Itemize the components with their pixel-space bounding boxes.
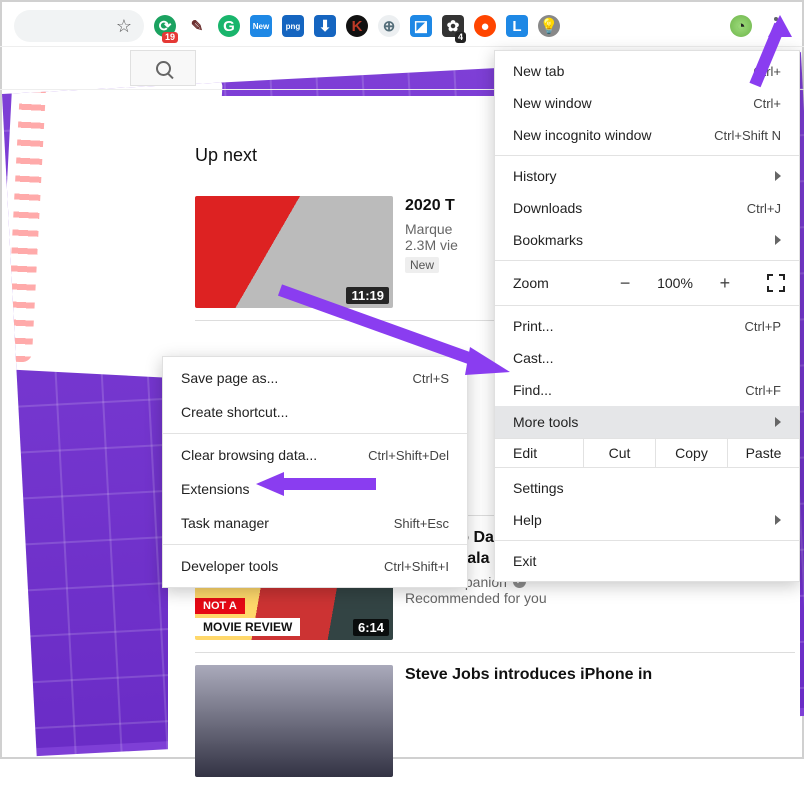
chevron-right-icon [775,417,781,427]
ext-icon[interactable]: ◪ [410,15,432,37]
menu-downloads[interactable]: DownloadsCtrl+J [495,192,799,224]
profile-avatar[interactable]: ◔ [730,15,752,37]
video-title[interactable]: Steve Jobs introduces iPhone in [405,665,795,686]
star-icon[interactable]: ☆ [116,16,132,37]
ext-icon[interactable]: G [218,15,240,37]
ext-icon-png[interactable]: png [282,15,304,37]
ext-icon-l[interactable]: L [506,15,528,37]
search-input[interactable] [4,50,130,86]
ext-icon[interactable]: ⟳ 19 [154,15,176,37]
thumb-overlay: MOVIE REVIEW [195,618,300,636]
menu-more-tools[interactable]: More tools [495,406,799,438]
menu-cast[interactable]: Cast... [495,342,799,374]
fullscreen-icon[interactable] [767,274,785,292]
chevron-right-icon [775,515,781,525]
ext-badge: 4 [455,32,466,43]
duration-badge: 6:14 [353,619,389,636]
submenu-save-page[interactable]: Save page as...Ctrl+S [163,361,467,395]
edit-label: Edit [495,439,583,467]
video-stats: Recommended for you [405,590,795,606]
menu-new-tab[interactable]: New tabCtrl+ [495,55,799,87]
menu-bookmarks[interactable]: Bookmarks [495,224,799,256]
reddit-icon[interactable]: ● [474,15,496,37]
eyedropper-icon[interactable]: ✎ [186,15,208,37]
copy-button[interactable]: Copy [655,439,727,467]
submenu-task-manager[interactable]: Task managerShift+Esc [163,506,467,540]
chevron-right-icon [775,235,781,245]
duration-badge: 11:19 [346,287,389,304]
zoom-value: 100% [657,275,693,291]
ext-badge: 19 [162,32,178,43]
video-thumbnail[interactable]: 11:19 [195,196,393,308]
browser-toolbar: ☆ ⟳ 19 ✎ G New png ⬇ K ⊕ ◪ ✿ 4 ● L 💡 ◔ [0,0,804,46]
submenu-extensions[interactable]: Extensions [163,472,467,506]
menu-history[interactable]: History [495,160,799,192]
submenu-developer-tools[interactable]: Developer toolsCtrl+Shift+I [163,549,467,583]
menu-zoom: Zoom − 100% + [495,265,799,301]
menu-exit[interactable]: Exit [495,545,799,577]
new-badge: New [405,257,439,273]
menu-edit-row: Edit Cut Copy Paste [495,438,799,468]
zoom-label: Zoom [513,275,583,291]
chrome-main-menu: New tabCtrl+ New windowCtrl+ New incogni… [494,50,800,582]
more-tools-submenu: Save page as...Ctrl+S Create shortcut...… [162,356,468,588]
ext-icon[interactable]: ✿ 4 [442,15,464,37]
zoom-out-button[interactable]: − [613,273,637,294]
chevron-right-icon [775,171,781,181]
submenu-create-shortcut[interactable]: Create shortcut... [163,395,467,429]
video-thumbnail[interactable] [195,665,393,777]
menu-print[interactable]: Print...Ctrl+P [495,310,799,342]
menu-help[interactable]: Help [495,504,799,536]
omnibox[interactable]: ☆ [14,10,144,42]
submenu-clear-browsing-data[interactable]: Clear browsing data...Ctrl+Shift+Del [163,438,467,472]
ext-icon-k[interactable]: K [346,15,368,37]
cut-button[interactable]: Cut [583,439,655,467]
paste-button[interactable]: Paste [727,439,799,467]
download-icon[interactable]: ⬇ [314,15,336,37]
search-icon [156,61,171,76]
thumb-overlay: NOT A [195,598,245,614]
bulb-icon[interactable]: 💡 [538,15,560,37]
ext-icon-new[interactable]: New [250,15,272,37]
menu-new-window[interactable]: New windowCtrl+ [495,87,799,119]
menu-new-incognito[interactable]: New incognito windowCtrl+Shift N [495,119,799,151]
ext-icon[interactable]: ⊕ [378,15,400,37]
menu-find[interactable]: Find...Ctrl+F [495,374,799,406]
chrome-menu-button[interactable] [762,12,790,40]
extensions-strip: ⟳ 19 ✎ G New png ⬇ K ⊕ ◪ ✿ 4 ● L 💡 ◔ [154,12,790,40]
menu-settings[interactable]: Settings [495,472,799,504]
video-row[interactable]: Steve Jobs introduces iPhone in [195,653,795,789]
search-button[interactable] [130,50,196,86]
zoom-in-button[interactable]: + [713,273,737,294]
